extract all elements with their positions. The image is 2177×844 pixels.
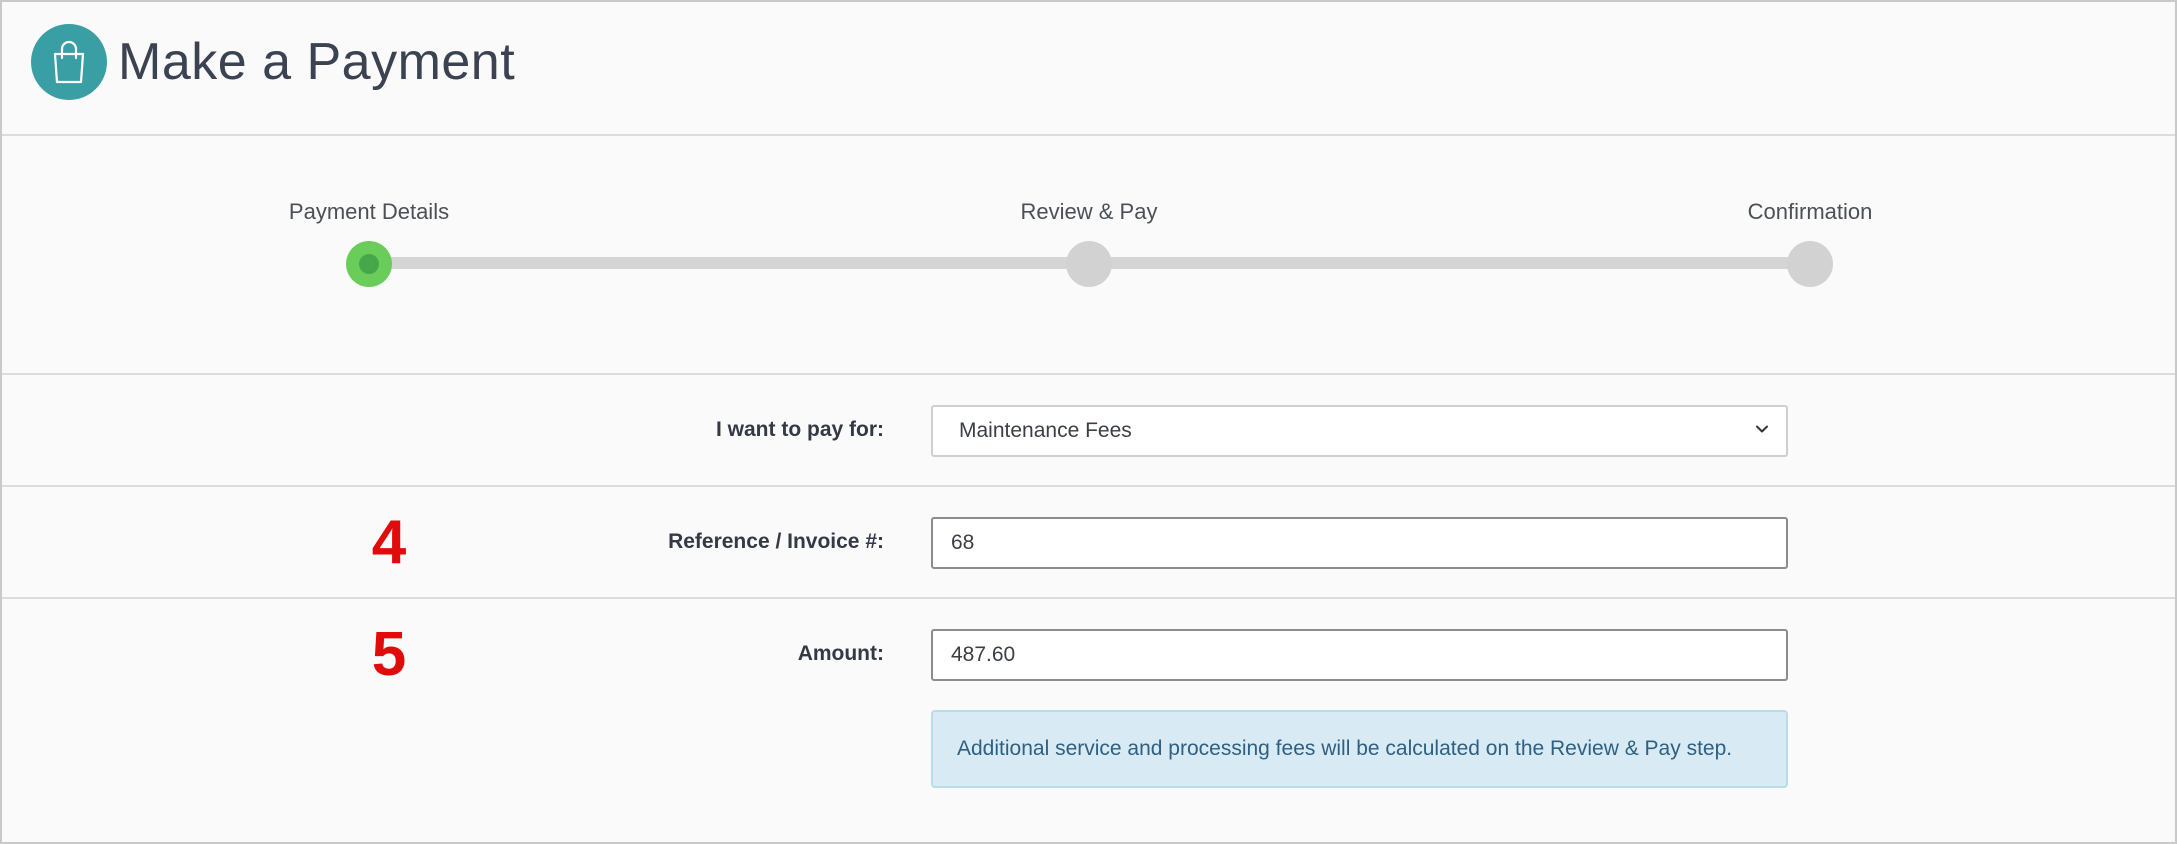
pay-for-selected-value: Maintenance Fees (959, 419, 1132, 442)
amount-input[interactable]: 487.60 (931, 629, 1788, 681)
reference-label: Reference / Invoice #: (668, 530, 884, 553)
annotation-marker-5: 5 (371, 620, 407, 689)
pay-for-select[interactable]: Maintenance Fees (931, 405, 1788, 457)
page-header: Make a Payment (2, 2, 2175, 136)
page-frame: Make a Payment Payment Details Review & … (0, 0, 2177, 844)
pay-for-row: I want to pay for: Maintenance Fees (2, 375, 2175, 487)
shopping-bag-icon (31, 24, 107, 100)
pay-for-label: I want to pay for: (716, 418, 884, 441)
progress-stepper: Payment Details Review & Pay Confirmatio… (2, 136, 2175, 375)
page-title: Make a Payment (118, 33, 516, 91)
step-label-confirmation: Confirmation (1747, 199, 1873, 224)
amount-input-value: 487.60 (951, 643, 1016, 666)
step-label-payment-details: Payment Details (288, 199, 450, 224)
reference-input[interactable]: 68 (931, 517, 1788, 569)
chevron-down-icon (1756, 425, 1768, 433)
reference-input-value: 68 (951, 531, 975, 554)
step-node-confirmation (1787, 241, 1833, 287)
step-node-payment-details (346, 241, 392, 287)
amount-label: Amount: (797, 642, 884, 665)
annotation-marker-4: 4 (371, 508, 407, 577)
step-label-review-pay: Review & Pay (1020, 199, 1158, 224)
active-step-dot (359, 254, 379, 274)
reference-row: 4 Reference / Invoice #: 68 (2, 487, 2175, 599)
step-node-review-pay (1066, 241, 1112, 287)
fee-notice-alert: Additional service and processing fees w… (931, 710, 1788, 788)
